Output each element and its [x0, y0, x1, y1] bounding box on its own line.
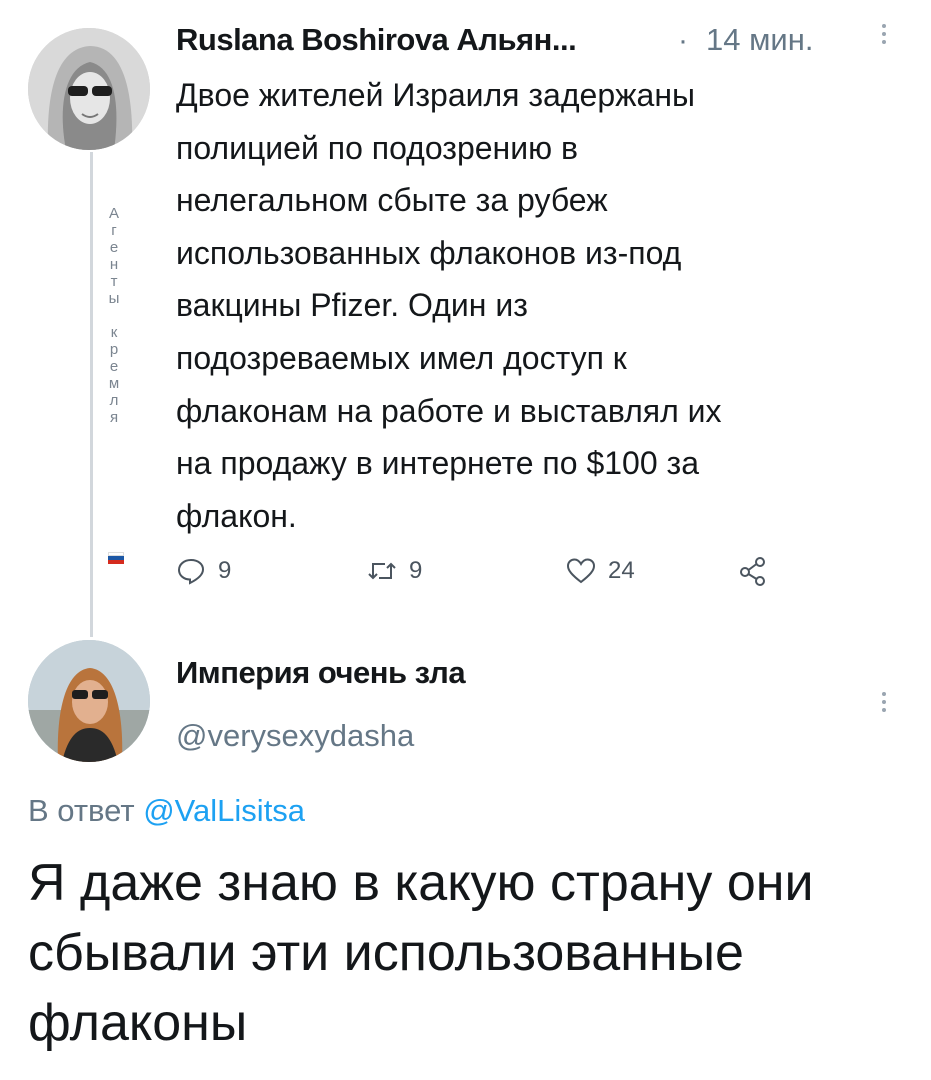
reply-count: 9 — [218, 557, 232, 584]
separator: · — [678, 24, 688, 57]
share-icon — [740, 557, 765, 586]
more-menu-icon[interactable] — [880, 24, 888, 48]
share-button[interactable] — [738, 554, 768, 588]
like-count: 24 — [608, 557, 635, 584]
author-handle[interactable]: @verysexydasha — [176, 718, 414, 754]
tweet-text: Двое жителей Израиля задержаны полицией … — [176, 77, 722, 534]
russian-flag-icon — [108, 552, 124, 564]
avatar[interactable] — [28, 28, 150, 150]
like-button[interactable]: 24 — [566, 554, 635, 588]
tweet-text: Я даже знаю в какую страну они сбывали э… — [28, 854, 814, 1052]
author-name[interactable]: Империя очень зла — [176, 655, 466, 691]
retweet-icon — [368, 562, 396, 580]
timestamp[interactable]: 14 мин. — [706, 22, 813, 58]
avatar[interactable] — [28, 640, 150, 762]
reply-button[interactable]: 9 — [176, 554, 231, 588]
thread-connector-line — [90, 152, 93, 637]
author-name[interactable]: Ruslana Boshirova Альян... — [176, 22, 577, 58]
retweet-button[interactable]: 9 — [367, 554, 422, 588]
reply-prefix: В ответ — [28, 793, 144, 828]
retweet-count: 9 — [409, 557, 423, 584]
reply-icon — [177, 558, 205, 585]
reply-mention-link[interactable]: @ValLisitsa — [143, 793, 305, 828]
like-icon — [566, 558, 596, 584]
vertical-side-label: А г е н т ы к р е м л я — [108, 205, 120, 426]
more-menu-icon[interactable] — [880, 692, 888, 716]
reply-context: В ответ @ValLisitsa — [28, 793, 305, 829]
